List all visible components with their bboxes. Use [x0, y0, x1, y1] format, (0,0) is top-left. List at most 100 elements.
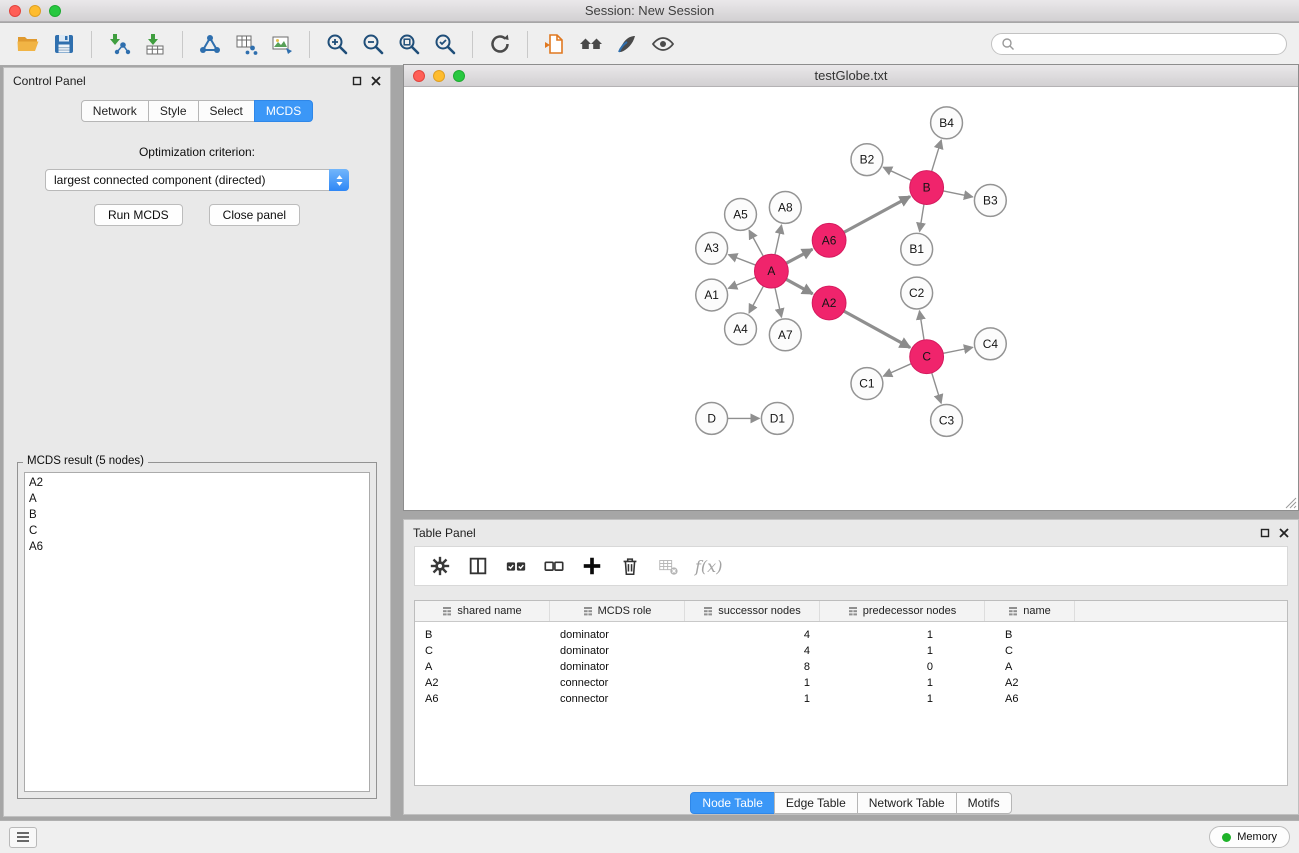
deselect-all-button[interactable]	[539, 552, 569, 580]
save-session-button[interactable]	[46, 28, 82, 60]
table-row[interactable]: Cdominator41C	[415, 643, 1287, 659]
tab-network[interactable]: Network	[81, 100, 149, 122]
graph-node-C4[interactable]: C4	[974, 328, 1006, 360]
graph-edge-A-A1[interactable]	[728, 277, 755, 288]
mcds-result-list[interactable]: A2ABCA6	[24, 472, 370, 792]
graph-edge-C-C1[interactable]	[883, 364, 911, 377]
resize-grip-icon[interactable]	[1285, 497, 1297, 509]
column-header-shared-name[interactable]: shared name	[415, 601, 550, 621]
tab-network-table[interactable]: Network Table	[857, 792, 957, 814]
graph-node-A5[interactable]: A5	[725, 198, 757, 230]
memory-button[interactable]: Memory	[1209, 826, 1290, 848]
table-row[interactable]: A2connector11A2	[415, 675, 1287, 691]
show-columns-button[interactable]	[463, 552, 493, 580]
home-button[interactable]	[573, 28, 609, 60]
function-builder-button[interactable]: f(x)	[695, 557, 722, 576]
select-all-button[interactable]	[501, 552, 531, 580]
zoom-selected-button[interactable]	[427, 28, 463, 60]
graph-node-A8[interactable]: A8	[769, 192, 801, 224]
maximize-network-button[interactable]	[453, 70, 465, 82]
task-history-button[interactable]	[9, 827, 37, 848]
zoom-fit-button[interactable]	[391, 28, 427, 60]
tab-select[interactable]: Select	[198, 100, 255, 122]
result-item[interactable]: C	[29, 523, 365, 539]
result-item[interactable]: A2	[29, 475, 365, 491]
graph-node-D[interactable]: D	[696, 403, 728, 435]
result-item[interactable]: A	[29, 491, 365, 507]
tab-edge-table[interactable]: Edge Table	[774, 792, 858, 814]
graph-node-A[interactable]: A	[754, 254, 788, 288]
graph-node-C3[interactable]: C3	[931, 405, 963, 437]
close-panel-icon[interactable]	[371, 76, 381, 86]
graph-edge-A-A5[interactable]	[749, 230, 763, 256]
add-row-button[interactable]	[577, 552, 607, 580]
graph-node-A2[interactable]: A2	[812, 286, 846, 320]
result-item[interactable]: B	[29, 507, 365, 523]
tab-mcds[interactable]: MCDS	[254, 100, 313, 122]
table-row[interactable]: A6connector11A6	[415, 691, 1287, 707]
column-header-successor-nodes[interactable]: successor nodes	[685, 601, 820, 621]
graph-node-B[interactable]: B	[910, 171, 944, 205]
graph-node-A1[interactable]: A1	[696, 279, 728, 311]
annotation-button[interactable]	[537, 28, 573, 60]
graph-edge-B-B3[interactable]	[943, 191, 973, 197]
tab-node-table[interactable]: Node Table	[690, 792, 775, 814]
graph-node-B1[interactable]: B1	[901, 233, 933, 265]
graph-node-C[interactable]: C	[910, 340, 944, 374]
graph-node-A7[interactable]: A7	[769, 319, 801, 351]
network-canvas[interactable]: B4B2BB3A8A5A6B1A3AC2A1A2A4A7C4CC1C3DD1	[404, 88, 1298, 510]
search-field[interactable]	[991, 33, 1287, 55]
column-header-name[interactable]: name	[985, 601, 1075, 621]
minimize-network-button[interactable]	[433, 70, 445, 82]
graph-node-D1[interactable]: D1	[761, 403, 793, 435]
graph-node-A4[interactable]: A4	[725, 313, 757, 345]
graph-edge-C-C3[interactable]	[932, 373, 941, 403]
maximize-window-button[interactable]	[49, 5, 61, 17]
graph-node-C1[interactable]: C1	[851, 368, 883, 400]
new-network-table-button[interactable]	[228, 28, 264, 60]
export-image-button[interactable]	[264, 28, 300, 60]
graph-edge-A-A4[interactable]	[749, 286, 763, 313]
graph-node-B2[interactable]: B2	[851, 144, 883, 176]
float-table-panel-icon[interactable]	[1260, 528, 1270, 538]
column-header-predecessor-nodes[interactable]: predecessor nodes	[820, 601, 985, 621]
refresh-view-button[interactable]	[482, 28, 518, 60]
table-row[interactable]: Bdominator41B	[415, 627, 1287, 643]
close-network-button[interactable]	[413, 70, 425, 82]
graph-node-B4[interactable]: B4	[931, 107, 963, 139]
delete-table-button[interactable]	[653, 552, 683, 580]
table-settings-button[interactable]	[425, 552, 455, 580]
float-panel-icon[interactable]	[352, 76, 362, 86]
minimize-window-button[interactable]	[29, 5, 41, 17]
criterion-dropdown[interactable]: largest connected component (directed)	[45, 169, 349, 191]
graph-edge-B-B2[interactable]	[883, 167, 911, 180]
graph-edge-C-C2[interactable]	[919, 311, 924, 340]
graph-node-A6[interactable]: A6	[812, 223, 846, 257]
new-network-button[interactable]	[192, 28, 228, 60]
graph-edge-B-B4[interactable]	[932, 140, 942, 171]
zoom-out-button[interactable]	[355, 28, 391, 60]
network-graph[interactable]: B4B2BB3A8A5A6B1A3AC2A1A2A4A7C4CC1C3DD1	[404, 88, 1298, 510]
graph-edge-C-C4[interactable]	[943, 347, 973, 353]
graph-edge-A-A7[interactable]	[775, 288, 782, 318]
column-header-mcds-role[interactable]: MCDS role	[550, 601, 685, 621]
graph-edge-A-A6[interactable]	[786, 249, 812, 263]
result-item[interactable]: A6	[29, 539, 365, 555]
graph-edge-A-A2[interactable]	[786, 279, 812, 294]
graph-edge-A-A8[interactable]	[775, 225, 782, 255]
graph-edge-A-A3[interactable]	[728, 255, 755, 265]
graph-node-B3[interactable]: B3	[974, 185, 1006, 217]
import-table-button[interactable]	[137, 28, 173, 60]
zoom-in-button[interactable]	[319, 28, 355, 60]
close-window-button[interactable]	[9, 5, 21, 17]
graph-edge-A6-B[interactable]	[844, 196, 910, 232]
show-details-button[interactable]	[645, 28, 681, 60]
graph-node-C2[interactable]: C2	[901, 277, 933, 309]
tab-style[interactable]: Style	[148, 100, 199, 122]
graph-edge-B-B1[interactable]	[920, 204, 924, 231]
tab-motifs[interactable]: Motifs	[956, 792, 1012, 814]
open-session-button[interactable]	[10, 28, 46, 60]
close-panel-button[interactable]: Close panel	[209, 204, 300, 226]
graph-edge-A2-C[interactable]	[844, 311, 910, 347]
table-row[interactable]: Adominator80A	[415, 659, 1287, 675]
